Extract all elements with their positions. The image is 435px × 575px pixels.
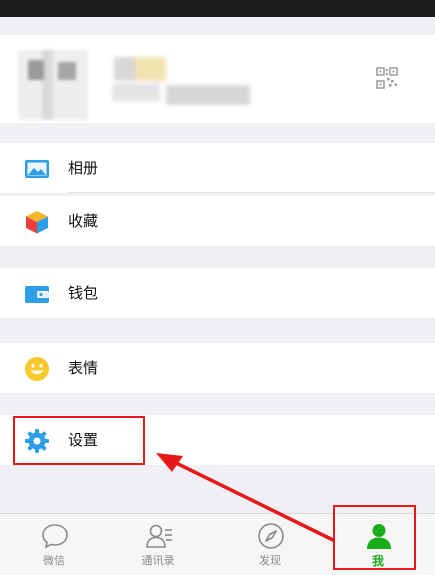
menu-item-favorites[interactable]: 收藏: [0, 196, 435, 246]
tab-chats[interactable]: 微信: [4, 514, 104, 575]
menu-item-label: 收藏: [68, 212, 99, 230]
tab-label: 发现: [259, 554, 281, 567]
wallet-icon: [25, 286, 49, 303]
highlight-box-me-tab: [333, 505, 416, 570]
divider: [68, 192, 435, 193]
profile-name-blurred: [114, 57, 166, 81]
me-screen: 相册 收藏 钱包 表情 设置 微信 通讯录 发现 我: [0, 0, 435, 575]
image-icon: [25, 160, 49, 178]
profile-id-blurred-2: [166, 85, 250, 105]
tab-label: 微信: [43, 554, 65, 567]
avatar[interactable]: [18, 50, 88, 120]
profile-id-blurred: [112, 83, 160, 101]
menu-item-label: 钱包: [68, 284, 99, 302]
menu-item-emoji[interactable]: 表情: [0, 343, 435, 393]
menu-item-label: 表情: [68, 359, 99, 377]
qr-code-icon[interactable]: [376, 67, 398, 89]
red-arrow-annotation: [156, 453, 335, 542]
menu-item-album[interactable]: 相册: [0, 143, 435, 193]
highlight-box-settings: [13, 416, 145, 465]
smiley-icon: [25, 357, 49, 381]
cube-icon: [26, 211, 48, 234]
tab-label: 通讯录: [141, 554, 175, 567]
status-bar: [0, 0, 435, 17]
profile-card[interactable]: [0, 35, 435, 123]
menu-item-label: 相册: [68, 159, 99, 177]
chat-bubble-icon: [42, 524, 68, 549]
menu-item-wallet[interactable]: 钱包: [0, 268, 435, 318]
